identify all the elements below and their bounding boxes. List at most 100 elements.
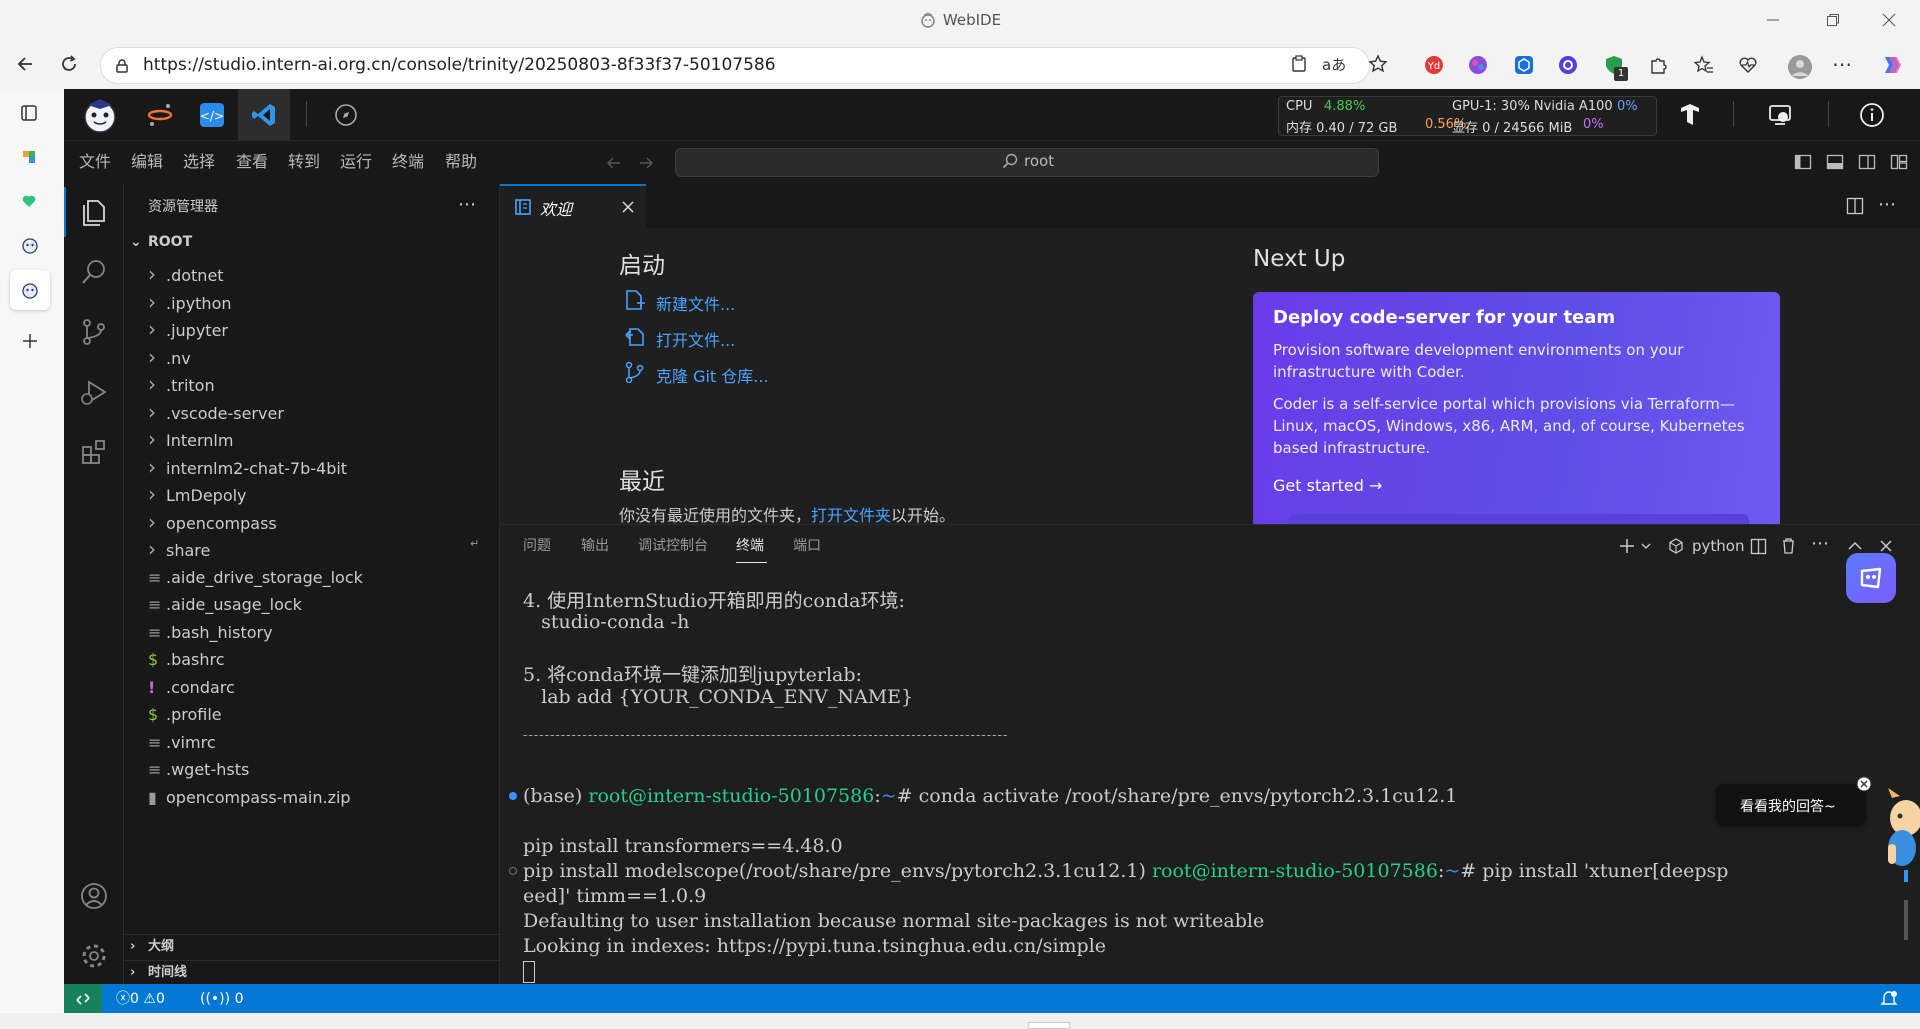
- open-file-link[interactable]: 打开文件...: [656, 327, 735, 351]
- compass-icon[interactable]: [326, 89, 366, 140]
- panel-tab-problems[interactable]: 问题: [523, 530, 551, 562]
- nav-back-icon[interactable]: [605, 154, 623, 172]
- extensions-puzzle-icon[interactable]: [1648, 55, 1668, 75]
- tree-folder[interactable]: › Internlm: [148, 426, 233, 453]
- search-activity[interactable]: [64, 244, 124, 300]
- close-bubble-icon[interactable]: [1856, 776, 1872, 792]
- tree-folder[interactable]: › .nv: [148, 344, 191, 371]
- panel-tab-debug-console[interactable]: 调试控制台: [638, 530, 708, 562]
- menu-run[interactable]: 运行: [340, 140, 372, 184]
- tab-welcome[interactable]: 欢迎: [500, 184, 646, 228]
- problems-status[interactable]: ⓧ0 ⚠0: [116, 988, 165, 1010]
- restore-button[interactable]: [1810, 0, 1856, 40]
- remote-desktop-icon[interactable]: [1762, 89, 1798, 140]
- new-tab-plus-icon[interactable]: [21, 332, 39, 350]
- more-options-icon[interactable]: ⋯: [1832, 52, 1852, 76]
- tree-file[interactable]: ≡ .vimrc: [148, 729, 216, 756]
- tree-file[interactable]: $ .bashrc: [148, 646, 225, 673]
- source-control-activity[interactable]: [64, 304, 124, 360]
- tree-folder[interactable]: › LmDepoly: [148, 481, 247, 508]
- performance-heart-icon[interactable]: [1738, 55, 1758, 75]
- url-text[interactable]: https://studio.intern-ai.org.cn/console/…: [143, 55, 776, 75]
- site-info-icon[interactable]: [114, 58, 130, 74]
- terminal-scrollbar[interactable]: [1904, 900, 1908, 940]
- panel-tab-terminal[interactable]: 终端: [736, 530, 764, 562]
- tab-favicon-1[interactable]: [22, 150, 36, 164]
- tree-file[interactable]: ≡ .aide_usage_lock: [148, 591, 302, 618]
- coder-card[interactable]: Deploy code-server for your team Provisi…: [1253, 292, 1780, 524]
- tree-file[interactable]: ! .condarc: [148, 674, 235, 701]
- menu-help[interactable]: 帮助: [445, 140, 477, 184]
- assistant-button[interactable]: [1846, 553, 1896, 603]
- menu-edit[interactable]: 编辑: [131, 140, 163, 184]
- code-editor-icon[interactable]: </>: [192, 89, 232, 140]
- trash-icon[interactable]: [1780, 537, 1797, 554]
- remote-indicator[interactable]: [64, 984, 102, 1013]
- tab-favicon-intern[interactable]: [20, 235, 40, 255]
- translate-icon[interactable]: aあ: [1322, 54, 1346, 75]
- menu-goto[interactable]: 转到: [288, 140, 320, 184]
- tree-folder[interactable]: › .vscode-server: [148, 399, 284, 426]
- chevron-down-icon[interactable]: [1641, 541, 1651, 551]
- minimize-button[interactable]: [1750, 0, 1796, 40]
- brain-extension-icon[interactable]: [1468, 55, 1488, 75]
- explorer-root[interactable]: ⌄ ROOT: [130, 230, 192, 254]
- intern-logo[interactable]: [74, 89, 126, 140]
- menu-terminal[interactable]: 终端: [392, 140, 424, 184]
- circle-extension-icon[interactable]: [1558, 55, 1578, 75]
- toggle-panel-icon[interactable]: [1826, 153, 1844, 171]
- ports-status[interactable]: ((•)) 0: [200, 988, 243, 1010]
- jupyter-icon[interactable]: [140, 89, 180, 140]
- reload-button[interactable]: [52, 47, 86, 81]
- cube-extension-icon[interactable]: [1514, 55, 1534, 75]
- clone-git-link[interactable]: 克隆 Git 仓库...: [656, 363, 769, 387]
- toggle-primary-sidebar-icon[interactable]: [1794, 153, 1812, 171]
- menu-view[interactable]: 查看: [236, 140, 268, 184]
- back-button[interactable]: [8, 47, 42, 81]
- close-panel-icon[interactable]: [1880, 540, 1892, 552]
- split-terminal-icon[interactable]: [1750, 538, 1767, 555]
- tree-folder[interactable]: › share: [148, 536, 210, 563]
- menu-file[interactable]: 文件: [79, 140, 111, 184]
- terminal-cursor[interactable]: [523, 961, 535, 983]
- split-editor-icon[interactable]: [1846, 197, 1864, 215]
- terminal-shell-name[interactable]: python: [1692, 537, 1744, 555]
- run-debug-activity[interactable]: [64, 364, 124, 420]
- favorite-star-icon[interactable]: [1368, 54, 1388, 74]
- vscode-icon[interactable]: [238, 89, 290, 140]
- explorer-activity[interactable]: [64, 184, 124, 240]
- tree-file[interactable]: ▮ opencompass-main.zip: [148, 784, 351, 811]
- tree-folder[interactable]: › .dotnet: [148, 261, 224, 288]
- favorites-icon[interactable]: [1694, 55, 1714, 75]
- tensorflow-icon[interactable]: [1672, 89, 1708, 140]
- command-success-dot[interactable]: [508, 791, 518, 801]
- tab-favicon-heart[interactable]: [22, 194, 36, 208]
- panel-more-icon[interactable]: ⋯: [1811, 533, 1829, 554]
- chevron-up-icon[interactable]: [1848, 540, 1862, 552]
- toggle-secondary-sidebar-icon[interactable]: [1858, 153, 1876, 171]
- tree-file[interactable]: ≡ .wget-hsts: [148, 756, 249, 783]
- open-folder-link[interactable]: 打开文件夹: [811, 506, 891, 525]
- tree-folder[interactable]: › .ipython: [148, 289, 232, 316]
- notifications-bell-icon[interactable]: [1880, 990, 1898, 1008]
- tree-folder[interactable]: › internlm2-chat-7b-4bit: [148, 454, 347, 481]
- tree-file[interactable]: ≡ .aide_drive_storage_lock: [148, 564, 363, 591]
- tree-folder[interactable]: › .triton: [148, 371, 215, 398]
- tree-file[interactable]: ≡ .bash_history: [148, 619, 273, 646]
- info-icon[interactable]: [1854, 89, 1890, 140]
- panel-tab-output[interactable]: 输出: [581, 530, 609, 562]
- new-terminal-plus-icon[interactable]: [1618, 537, 1636, 555]
- accounts-activity[interactable]: [64, 868, 124, 924]
- close-tab-icon[interactable]: [622, 201, 634, 213]
- close-window-button[interactable]: [1866, 0, 1912, 40]
- tab-actions-icon[interactable]: [20, 104, 38, 122]
- extensions-activity[interactable]: [64, 424, 124, 480]
- mascot-character[interactable]: [1880, 788, 1920, 868]
- timeline-section[interactable]: › 时间线: [130, 962, 187, 984]
- manage-activity[interactable]: [64, 928, 124, 984]
- get-started-link[interactable]: Get started →: [1273, 476, 1382, 495]
- panel-tab-ports[interactable]: 端口: [793, 530, 821, 562]
- command-pending-dot[interactable]: [508, 866, 518, 876]
- assistant-bubble[interactable]: 看看我的回答~: [1716, 784, 1866, 826]
- explorer-more-icon[interactable]: ⋯: [458, 194, 476, 215]
